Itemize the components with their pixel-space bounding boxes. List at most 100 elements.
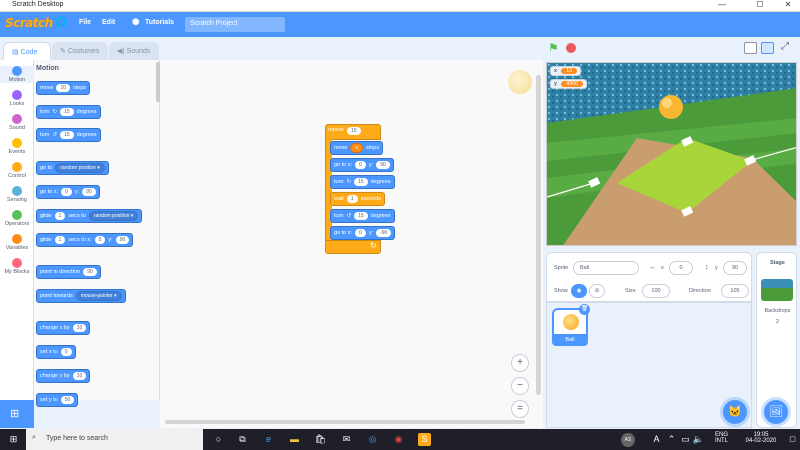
zoom-out-button[interactable]: − — [511, 377, 529, 395]
block-input[interactable]: 0 — [94, 236, 106, 244]
block-goto-xy[interactable]: go to x: 0 y: 90 — [36, 185, 100, 199]
volume-icon[interactable]: 🔈 — [692, 433, 705, 446]
edge-icon[interactable]: e — [262, 433, 275, 446]
choose-backdrop-button[interactable]: 🖼 — [764, 400, 788, 424]
category-sensing[interactable]: Sensing — [0, 186, 34, 203]
block-input[interactable]: 15 — [354, 178, 368, 186]
project-title-input[interactable]: Scratch Project — [185, 17, 285, 32]
delete-sprite-icon[interactable]: 🗑 — [579, 304, 590, 315]
maximize-button[interactable]: ☐ — [750, 0, 770, 9]
block-input[interactable]: 10 — [72, 372, 87, 380]
zoom-reset-button[interactable]: = — [511, 400, 529, 418]
direction-input[interactable]: 105 — [721, 284, 749, 298]
block-turn-left[interactable]: turn ↺ 15 degrees — [36, 128, 101, 142]
notifications-icon[interactable]: ▢ — [786, 433, 799, 446]
block-goto-xy[interactable]: go to x: 0 y: -90 — [330, 226, 396, 240]
hide-eye-icon[interactable]: ⊘ — [589, 284, 605, 298]
block-point-direction[interactable]: point in direction 90 — [36, 265, 101, 279]
file-menu[interactable]: File — [79, 19, 91, 26]
block-set-y[interactable]: set y to 50 — [36, 393, 79, 407]
large-stage-icon[interactable] — [761, 42, 774, 54]
pen-icon[interactable]: A — [650, 433, 663, 446]
block-input[interactable]: 15 — [60, 131, 74, 139]
block-wait[interactable]: wait 1 seconds — [330, 192, 386, 206]
block-turn-left[interactable]: turn ↺ 15 degrees — [330, 209, 395, 223]
block-change-y[interactable]: change y by 10 — [36, 369, 91, 383]
stage-canvas[interactable]: x 10 y 4900 — [546, 62, 797, 246]
block-goto-xy[interactable]: go to x: 0 y: 90 — [330, 158, 394, 172]
block-input[interactable]: 0 — [355, 161, 366, 169]
cortana-icon[interactable]: ○ — [212, 433, 225, 446]
block-input[interactable]: 0 — [355, 229, 366, 237]
category-variables[interactable]: Variables — [0, 234, 34, 251]
language-indicator[interactable]: ENG INTL — [715, 432, 728, 444]
block-change-x[interactable]: change x by 10 — [36, 321, 91, 335]
tray-chevron-icon[interactable]: ⌃ — [665, 433, 678, 446]
block-input[interactable]: 1 — [54, 236, 66, 244]
block-set-x[interactable]: set x to 0 — [36, 345, 76, 359]
tab-costumes[interactable]: ✎ Costumes — [52, 42, 108, 60]
clock[interactable]: 19:05 04-02-2020 — [740, 432, 782, 444]
block-input[interactable]: 1 — [54, 212, 66, 220]
block-input[interactable]: 90 — [83, 268, 97, 276]
block-input[interactable]: 10 — [347, 127, 361, 135]
category-events[interactable]: Events — [0, 138, 34, 155]
category-control[interactable]: Control — [0, 162, 34, 179]
chrome-icon[interactable]: ◉ — [392, 433, 405, 446]
mail-icon[interactable]: ✉ — [340, 433, 353, 446]
block-input[interactable]: 10 — [56, 84, 71, 92]
block-input[interactable]: 90 — [115, 236, 130, 244]
category-looks[interactable]: Looks — [0, 90, 34, 107]
sprite-thumb-ball[interactable]: Ball 🗑 — [552, 304, 590, 346]
block-move[interactable]: move 10 steps — [36, 81, 91, 95]
block-input[interactable]: 1 — [346, 195, 358, 203]
zoom-in-button[interactable]: + — [511, 354, 529, 372]
task-view-icon[interactable]: ⧉ — [236, 433, 249, 446]
workspace-scrollbar-horizontal[interactable] — [165, 420, 525, 424]
block-dropdown[interactable]: mouse-pointer ▾ — [75, 291, 122, 301]
choose-sprite-button[interactable]: 🐱 — [723, 400, 747, 424]
block-input[interactable]: 15 — [60, 108, 74, 116]
fullscreen-icon[interactable]: ⤢ — [781, 41, 789, 52]
tab-sounds[interactable]: ◀) Sounds — [109, 42, 159, 60]
file-explorer-icon[interactable]: ▬ — [288, 433, 301, 446]
tutorials-button[interactable]: Tutorials — [145, 19, 174, 26]
block-glide-random[interactable]: glide 1 secs to random position ▾ — [36, 209, 143, 223]
block-input[interactable]: 10 — [72, 324, 87, 332]
show-visible-eye-icon[interactable]: ◉ — [571, 284, 587, 298]
edge-chromium-icon[interactable]: ◎ — [366, 433, 379, 446]
size-input[interactable]: 100 — [642, 284, 670, 298]
category-sound[interactable]: Sound — [0, 114, 34, 131]
block-input[interactable]: 15 — [354, 212, 368, 220]
add-extension-button[interactable]: ⊞ — [0, 400, 34, 428]
block-input[interactable]: 0 — [61, 188, 72, 196]
network-icon[interactable]: ▭ — [679, 433, 692, 446]
workspace-scrollbar-vertical[interactable] — [536, 75, 541, 395]
windows-start-icon[interactable]: ⊞ — [7, 433, 20, 446]
block-goto-random[interactable]: go to random position ▾ — [36, 161, 109, 175]
category-motion[interactable]: Motion — [0, 66, 34, 83]
globe-icon[interactable]: 🌐 — [55, 17, 67, 28]
block-glide-xy[interactable]: glide 1 secs to x: 0 y: 90 — [36, 233, 134, 247]
green-flag-icon[interactable]: ⚑ — [548, 41, 559, 55]
category-my-blocks[interactable]: My Blocks — [0, 258, 34, 275]
sprite-name-input[interactable]: Ball — [573, 261, 639, 275]
block-turn-right[interactable]: turn ↻ 15 degrees — [36, 105, 101, 119]
block-point-towards[interactable]: point towards mouse-pointer ▾ — [36, 289, 126, 303]
small-stage-icon[interactable] — [744, 42, 757, 54]
store-icon[interactable]: 🛍 — [314, 433, 327, 446]
category-operators[interactable]: Operators — [0, 210, 34, 227]
block-dropdown[interactable]: random position ▾ — [55, 163, 105, 173]
variable-reporter[interactable]: x — [350, 143, 363, 153]
close-button[interactable]: ✕ — [778, 0, 798, 9]
x-input[interactable]: 0 — [669, 261, 693, 275]
scratch-app-icon[interactable]: S — [418, 433, 431, 446]
block-input[interactable]: 0 — [60, 348, 72, 356]
block-input[interactable]: 90 — [82, 188, 96, 196]
block-input[interactable]: 90 — [376, 161, 390, 169]
block-move[interactable]: move x steps — [330, 141, 384, 155]
scratch-logo[interactable]: Scratch — [5, 16, 53, 30]
block-input[interactable]: 50 — [60, 396, 75, 404]
stop-icon[interactable] — [566, 43, 576, 53]
block-turn-right[interactable]: turn ↻ 15 degrees — [330, 175, 395, 189]
